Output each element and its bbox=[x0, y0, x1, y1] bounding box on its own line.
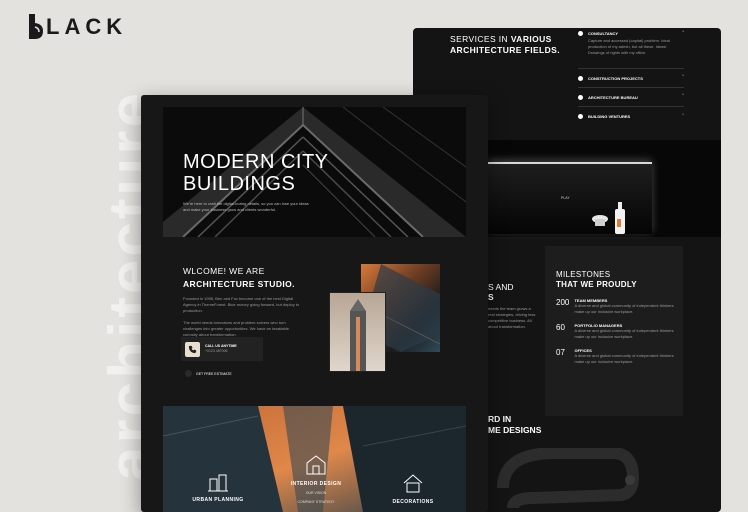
milestones-panel: MILESTONES THAT WE PROUDLY 200 TEAM MEMBE… bbox=[545, 246, 683, 416]
about-image-small bbox=[329, 292, 386, 372]
hero-title: MODERN CITY BUILDINGS bbox=[183, 151, 329, 195]
call-box[interactable]: CALL US ANYTIME +0123 487006 bbox=[181, 337, 263, 361]
feature-item[interactable]: INTERIOR DESIGN OUR VISION COMPANY STRAT… bbox=[281, 454, 351, 505]
milestone-item: 07 OFFICES A diverse and global community… bbox=[556, 348, 674, 364]
brand-logo[interactable]: LACK bbox=[28, 13, 127, 40]
partial-heading: S AND S bbox=[488, 282, 514, 302]
logo-mark-icon bbox=[29, 14, 43, 39]
interior-design-icon bbox=[306, 455, 326, 475]
front-page-mockup: MODERN CITY BUILDINGS We're here to craf… bbox=[141, 95, 488, 512]
about-paragraph: The world needs innovators and problem s… bbox=[183, 320, 289, 337]
service-item[interactable]: CONSULTANCY Capture and accessed (capita… bbox=[578, 31, 684, 69]
bullet-icon bbox=[578, 94, 583, 100]
hero-description: We're here to craft the digital-boring d… bbox=[183, 201, 309, 212]
logo-text: LACK bbox=[46, 13, 128, 39]
services-heading: SERVICES IN VARIOUS ARCHITECTURE FIELDS. bbox=[450, 34, 560, 55]
chevron-down-icon[interactable]: ˇ bbox=[682, 114, 684, 120]
milestone-item: 60 PORTFOLIO MANAGERS A diverse and globa… bbox=[556, 323, 674, 339]
feature-item[interactable]: URBAN PLANNING bbox=[188, 474, 248, 503]
about-heading: WLCOME! WE ARE ARCHITECTURE STUDIO. bbox=[183, 266, 295, 289]
chair-image bbox=[497, 448, 640, 509]
milestone-item: 200 TEAM MEMBERS A diverse and global com… bbox=[556, 298, 674, 314]
chevron-down-icon[interactable]: ˇ bbox=[682, 94, 684, 100]
feature-item[interactable]: DECORATIONS bbox=[383, 472, 443, 505]
decorations-icon bbox=[403, 474, 423, 493]
estimate-link[interactable]: GET FREE ESTIMATE bbox=[185, 370, 232, 377]
service-item[interactable]: BUILDING VENTURES ˇ bbox=[578, 107, 684, 126]
features-section: URBAN PLANNING INTERIOR DESIGN OUR VISIO… bbox=[163, 406, 466, 512]
partial-bottom-heading: RD IN ME DESIGNS bbox=[488, 414, 542, 435]
bullet-icon bbox=[578, 31, 583, 36]
bullet-icon bbox=[578, 75, 583, 81]
service-item[interactable]: CONSTRUCTION PROJECTS ˇ bbox=[578, 69, 684, 88]
arrow-circle-icon bbox=[185, 370, 192, 377]
about-paragraph: Founded in 1995, Ben and Fox become one … bbox=[183, 296, 300, 313]
phone-icon bbox=[185, 341, 200, 357]
service-item[interactable]: ARCHITECTURE BUREAU ˇ bbox=[578, 88, 684, 107]
chevron-down-icon[interactable]: ˇ bbox=[682, 75, 684, 81]
play-button[interactable]: PLAY bbox=[561, 196, 570, 200]
services-accordion: CONSULTANCY Capture and accessed (capita… bbox=[578, 31, 684, 126]
vase-image bbox=[592, 202, 625, 234]
milestones-list: 200 TEAM MEMBERS A diverse and global com… bbox=[556, 298, 676, 373]
bullet-icon bbox=[578, 114, 583, 119]
hero-section: MODERN CITY BUILDINGS We're here to craf… bbox=[163, 107, 466, 237]
chevron-up-icon[interactable]: ˆ bbox=[682, 31, 684, 37]
urban-planning-icon bbox=[208, 474, 228, 492]
